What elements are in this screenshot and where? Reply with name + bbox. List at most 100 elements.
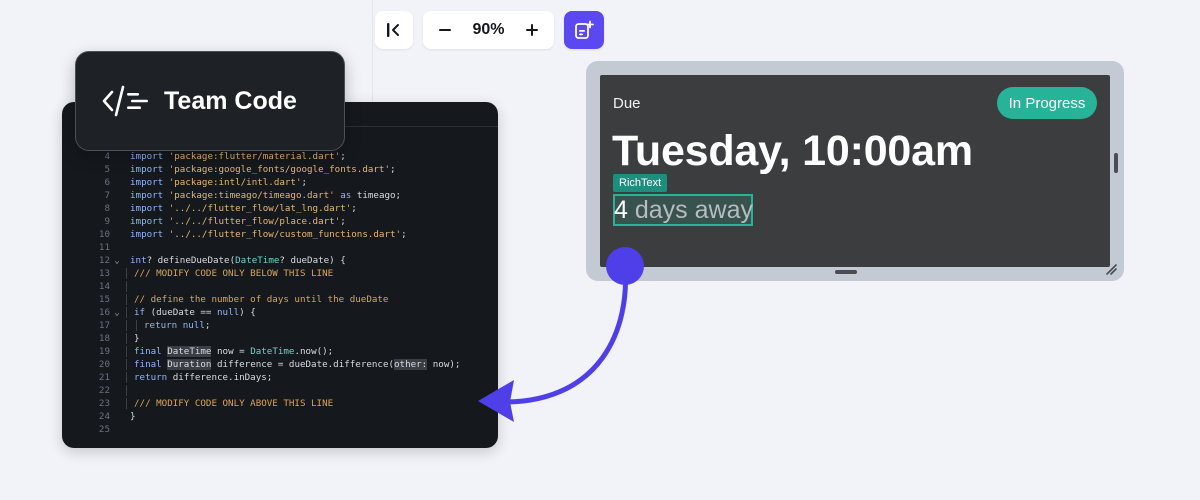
code-line: 17 return null; xyxy=(62,319,498,332)
code-text: int? defineDueDate(DateTime? dueDate) { xyxy=(124,254,498,267)
line-number: 4 xyxy=(104,151,110,162)
code-text: import '../../flutter_flow/lat_lng.dart'… xyxy=(124,202,498,215)
code-line: 5 import 'package:google_fonts/google_fon… xyxy=(62,163,498,176)
code-token: } xyxy=(134,333,140,344)
code-text: import 'package:flutter/material.dart'; xyxy=(124,150,498,163)
code-token: import xyxy=(130,164,169,175)
indent-guide: /// MODIFY CODE ONLY ABOVE THIS LINE xyxy=(126,398,334,409)
indent-guide: } xyxy=(126,333,140,344)
line-number: 7 xyxy=(104,190,110,201)
code-line: 19 final DateTime now = DateTime.now(); xyxy=(62,345,498,358)
zoom-in-button[interactable] xyxy=(520,18,544,42)
line-number: 12 xyxy=(98,255,110,266)
code-token: final xyxy=(134,359,168,370)
code-text: import '../../flutter_flow/place.dart'; xyxy=(124,215,498,228)
code-token: 'package:timeago/timeago.dart' xyxy=(168,190,335,201)
code-token: timeago; xyxy=(356,190,402,201)
code-token: // define the number of days until the d… xyxy=(134,294,389,305)
fold-toggle-icon xyxy=(110,150,124,163)
code-token: as xyxy=(334,190,357,201)
line-number: 22 xyxy=(98,385,110,396)
line-number: 8 xyxy=(104,203,110,214)
minus-icon xyxy=(439,29,451,31)
code-token: ; xyxy=(401,229,407,240)
code-token: return xyxy=(134,372,173,383)
collapse-panel-icon xyxy=(387,23,399,37)
zoom-control: 90% xyxy=(423,11,554,49)
code-token: ? defineDueDate( xyxy=(146,255,236,266)
code-text: } xyxy=(124,410,498,423)
fold-toggle-icon xyxy=(110,228,124,241)
code-text: import 'package:intl/intl.dart'; xyxy=(124,176,498,189)
code-token: if xyxy=(134,307,151,318)
code-token: 'package:flutter/material.dart' xyxy=(168,151,341,162)
code-token: import xyxy=(130,229,169,240)
code-line: 7 import 'package:timeago/timeago.dart' a… xyxy=(62,189,498,202)
collapse-panel-button[interactable] xyxy=(375,11,413,49)
fold-toggle-icon xyxy=(110,371,124,384)
line-number: 13 xyxy=(98,268,110,279)
code-token: difference.inDays; xyxy=(172,372,273,383)
days-number: 4 xyxy=(614,196,628,224)
code-line: 14 xyxy=(62,280,498,293)
fold-toggle-icon[interactable]: ⌄ xyxy=(110,306,124,319)
code-token: ; xyxy=(390,164,396,175)
fold-toggle-icon xyxy=(110,423,124,436)
code-token: import xyxy=(130,151,169,162)
code-token: ? dueDate) { xyxy=(279,255,346,266)
code-line: 25 xyxy=(62,423,498,436)
fold-toggle-icon xyxy=(110,332,124,345)
indent-guide: // define the number of days until the d… xyxy=(126,294,389,305)
code-token: '../../flutter_flow/place.dart' xyxy=(168,216,341,227)
team-code-label: Team Code xyxy=(164,86,297,115)
indent-guide: return null; xyxy=(126,320,211,331)
code-line: 15 // define the number of days until the… xyxy=(62,293,498,306)
code-text: final Duration difference = dueDate.diff… xyxy=(124,358,498,371)
indent-guide: return difference.inDays; xyxy=(126,372,273,383)
code-token: Duration xyxy=(167,359,212,370)
code-line: 11 xyxy=(62,241,498,254)
code-token: import xyxy=(130,216,169,227)
add-widget-button[interactable] xyxy=(564,11,604,49)
code-token: ; xyxy=(204,320,211,331)
device-home-bar xyxy=(835,270,857,274)
code-token: DateTime xyxy=(250,346,295,357)
zoom-out-button[interactable] xyxy=(433,18,457,42)
code-token: (dueDate == xyxy=(150,307,217,318)
fold-toggle-icon xyxy=(110,241,124,254)
code-text: return null; xyxy=(124,319,498,332)
code-icon xyxy=(102,85,148,117)
indent-guide xyxy=(126,281,140,292)
code-line: 9 import '../../flutter_flow/place.dart'; xyxy=(62,215,498,228)
code-token: DateTime xyxy=(167,346,212,357)
connector-drag-handle[interactable] xyxy=(606,247,644,285)
code-text: import 'package:timeago/timeago.dart' as… xyxy=(124,189,498,202)
code-text: return difference.inDays; xyxy=(124,371,498,384)
code-token: DateTime xyxy=(235,255,280,266)
resize-handle-icon[interactable] xyxy=(1105,263,1117,275)
code-line: 21 return difference.inDays; xyxy=(62,371,498,384)
code-token: '../../flutter_flow/custom_functions.dar… xyxy=(168,229,402,240)
code-token: } xyxy=(130,411,136,422)
code-token: null xyxy=(182,320,205,331)
indent-guide: return null; xyxy=(136,320,211,331)
code-token: /// MODIFY CODE ONLY BELOW THIS LINE xyxy=(134,268,334,279)
code-editor[interactable]: 4 import 'package:flutter/material.dart';… xyxy=(62,102,498,448)
code-token: difference = dueDate.difference( xyxy=(211,359,395,370)
code-token: 'package:intl/intl.dart' xyxy=(168,177,302,188)
code-token: null xyxy=(217,307,240,318)
code-line: 12 ⌄ int? defineDueDate(DateTime? dueDate)… xyxy=(62,254,498,267)
fold-toggle-icon[interactable]: ⌄ xyxy=(110,254,124,267)
line-number: 18 xyxy=(98,333,110,344)
due-time-text: Tuesday, 10:00am xyxy=(612,127,973,175)
device-screen: Due In Progress Tuesday, 10:00am RichTex… xyxy=(600,75,1110,267)
add-widget-icon xyxy=(575,20,594,39)
code-text: if (dueDate == null) { xyxy=(124,306,498,319)
code-text: } xyxy=(124,332,498,345)
code-text: /// MODIFY CODE ONLY ABOVE THIS LINE xyxy=(124,397,498,410)
due-label: Due xyxy=(613,95,641,112)
code-text xyxy=(124,384,498,397)
line-number: 19 xyxy=(98,346,110,357)
device-preview-frame: Due In Progress Tuesday, 10:00am RichTex… xyxy=(586,61,1124,281)
